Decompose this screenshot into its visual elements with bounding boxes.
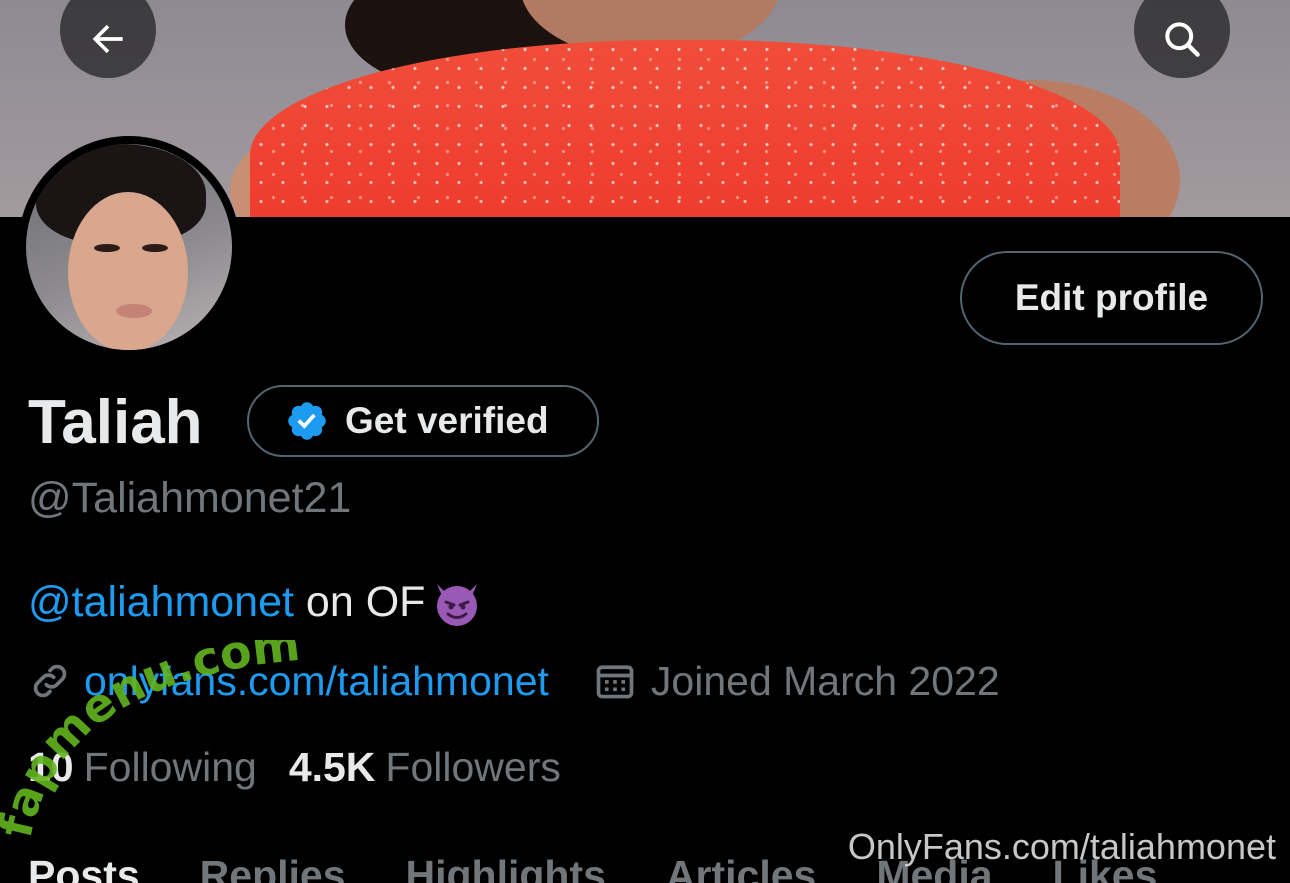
profile-page: Edit profile Taliah Get verified @Taliah… — [0, 0, 1290, 883]
back-button[interactable] — [60, 0, 156, 78]
avatar[interactable] — [18, 136, 240, 358]
following-count: 10 — [28, 744, 74, 790]
tab-articles[interactable]: Articles — [666, 852, 816, 883]
bottom-right-watermark: OnlyFans.com/taliahmonet — [847, 826, 1276, 867]
arrow-left-icon — [92, 24, 123, 54]
search-icon — [1165, 22, 1200, 57]
link-icon — [33, 664, 67, 698]
followers-label: Followers — [385, 744, 561, 790]
joined-text: Joined March 2022 — [650, 657, 1000, 704]
joined-date: Joined March 2022 — [593, 658, 1000, 705]
tab-highlights[interactable]: Highlights — [406, 852, 606, 883]
calendar-icon — [596, 665, 634, 699]
follow-stats: 10 Following 4.5K Followers — [28, 744, 561, 791]
get-verified-button[interactable]: Get verified — [247, 385, 599, 457]
smiling-imp-emoji-icon — [429, 574, 485, 630]
search-button[interactable] — [1134, 0, 1230, 78]
verified-badge-icon — [288, 402, 326, 440]
profile-bio: @taliahmonet on OF — [28, 574, 485, 630]
edit-profile-button[interactable]: Edit profile — [960, 251, 1263, 345]
following-label: Following — [83, 744, 257, 790]
followers-link[interactable]: 4.5K Followers — [289, 744, 561, 791]
bio-mention-link[interactable]: @taliahmonet — [28, 578, 294, 627]
bio-text: on OF — [293, 577, 426, 626]
followers-count: 4.5K — [288, 744, 376, 790]
following-link[interactable]: 10 Following — [28, 744, 257, 791]
display-name: Taliah — [28, 388, 203, 457]
avatar-photo — [26, 144, 232, 350]
tab-replies[interactable]: Replies — [200, 852, 346, 883]
website-link[interactable]: onlyfans.com/taliahmonet — [84, 658, 549, 705]
get-verified-label: Get verified — [345, 400, 549, 441]
tab-posts[interactable]: Posts — [28, 852, 140, 883]
profile-meta-row: onlyfans.com/taliahmonet Joined March 20… — [28, 654, 1000, 708]
user-handle: @Taliahmonet21 — [28, 474, 352, 522]
